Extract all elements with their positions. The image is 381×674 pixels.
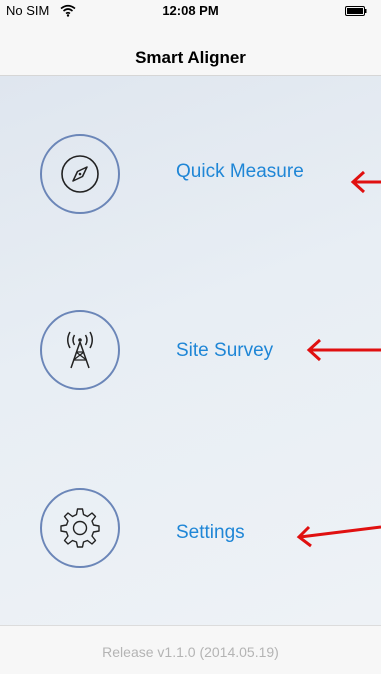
settings-button[interactable]: Settings [40, 488, 340, 572]
release-label: Release v1.1.0 (2014.05.19) [102, 644, 279, 660]
battery-icon [345, 6, 367, 16]
site-survey-circle [40, 310, 120, 390]
site-survey-label: Site Survey [176, 340, 274, 361]
quick-measure-label: Quick Measure [176, 161, 304, 182]
antenna-tower-icon [67, 331, 93, 369]
settings-label: Settings [176, 522, 245, 543]
status-time: 12:08 PM [162, 3, 219, 18]
main-menu: Quick Measure Site Survey Settings [0, 76, 381, 625]
annotation-arrow-quick-measure [350, 170, 381, 194]
page-title: Smart Aligner [135, 48, 246, 67]
settings-circle [40, 488, 120, 568]
status-bar: No SIM 12:08 PM [0, 0, 381, 22]
compass-icon [61, 155, 99, 193]
quick-measure-button[interactable]: Quick Measure [40, 134, 340, 218]
navigation-bar: Smart Aligner [0, 22, 381, 76]
annotation-arrow-site-survey [306, 338, 381, 362]
footer: Release v1.1.0 (2014.05.19) [0, 625, 381, 674]
site-survey-button[interactable]: Site Survey [40, 310, 340, 394]
quick-measure-circle [40, 134, 120, 214]
annotation-arrow-settings [296, 525, 381, 548]
gear-icon [60, 508, 100, 548]
